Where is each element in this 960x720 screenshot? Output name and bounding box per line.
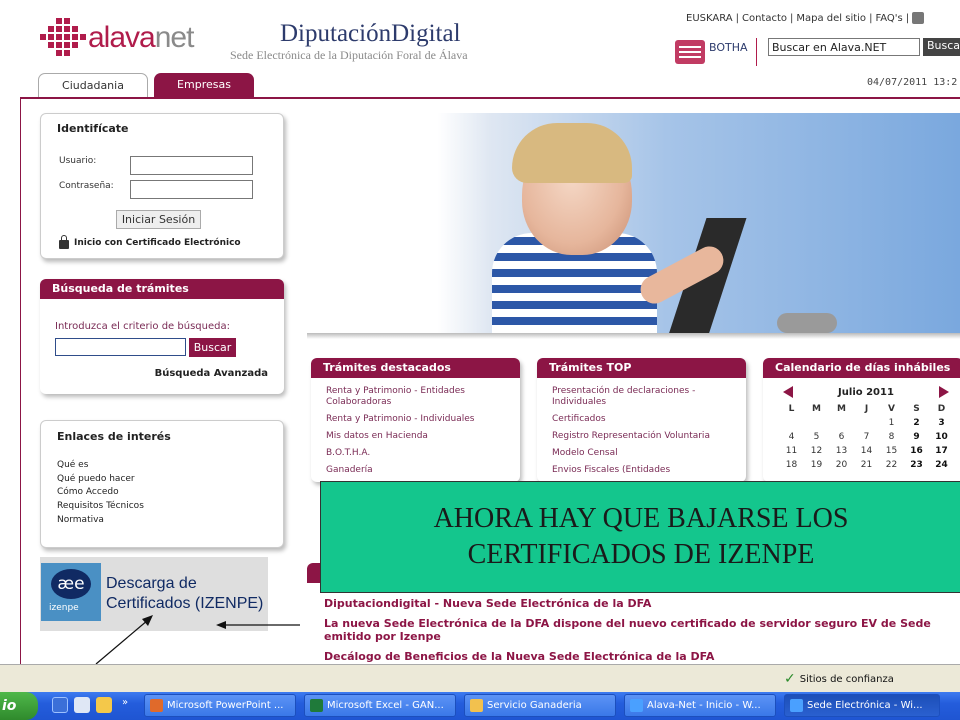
task-folder[interactable]: Servicio Ganaderia <box>464 694 616 717</box>
excel-icon <box>310 699 323 712</box>
desktop-quicklaunch-icon[interactable] <box>74 697 90 713</box>
check-icon: ✓ <box>784 671 796 687</box>
trusted-label: Sitios de confianza <box>799 673 894 685</box>
ie-icon <box>630 699 643 712</box>
chevron-icon[interactable]: » <box>122 697 132 713</box>
task-excel[interactable]: Microsoft Excel - GAN... <box>304 694 456 717</box>
task-powerpoint[interactable]: Microsoft PowerPoint ... <box>144 694 296 717</box>
task-label: Servicio Ganaderia <box>487 700 582 711</box>
outlook-quicklaunch-icon[interactable] <box>96 697 112 713</box>
task-alava-net[interactable]: Alava-Net - Inicio - W... <box>624 694 776 717</box>
ie-icon <box>790 699 803 712</box>
ie-quicklaunch-icon[interactable] <box>52 697 68 713</box>
page: alavanet DiputaciónDigital Sede Electrón… <box>0 0 960 720</box>
annotation-arrows <box>95 615 300 665</box>
task-label: Alava-Net - Inicio - W... <box>647 700 761 711</box>
folder-icon <box>470 699 483 712</box>
task-label: Microsoft Excel - GAN... <box>327 700 444 711</box>
annotation-callout: AHORA HAY QUE BAJARSE LOS CERTIFICADOS D… <box>320 481 960 593</box>
start-button[interactable]: io <box>0 692 38 720</box>
task-sede-electronica[interactable]: Sede Electrónica - Wi... <box>784 694 940 717</box>
trusted-sites-zone: ✓ Sitios de confianza <box>784 671 894 687</box>
powerpoint-icon <box>150 699 163 712</box>
task-label: Sede Electrónica - Wi... <box>807 700 923 711</box>
task-label: Microsoft PowerPoint ... <box>167 700 284 711</box>
